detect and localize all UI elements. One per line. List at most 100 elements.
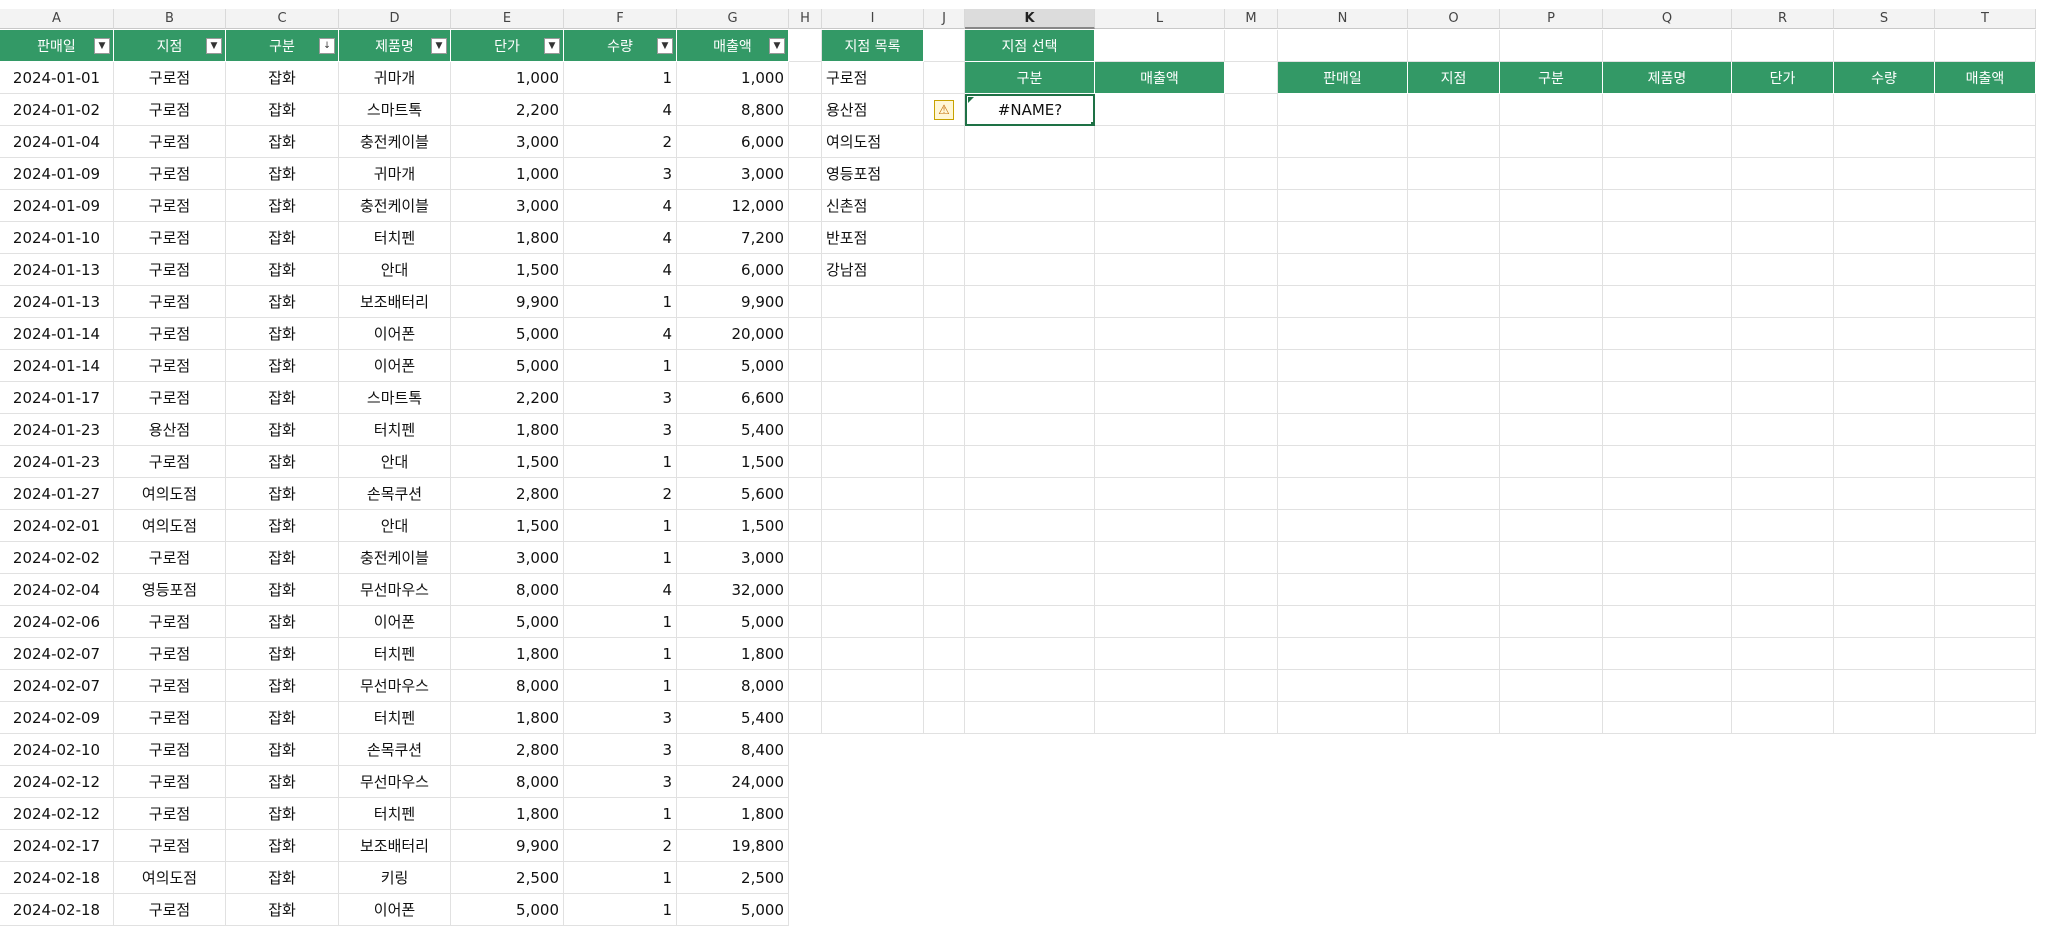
empty-cell[interactable]	[1095, 126, 1225, 158]
empty-cell[interactable]	[1225, 286, 1278, 318]
table-cell[interactable]: 구로점	[114, 350, 226, 382]
table-cell[interactable]: 2024-02-07	[0, 638, 114, 670]
empty-cell[interactable]	[1095, 190, 1225, 222]
table-cell[interactable]: 1	[564, 542, 677, 574]
empty-cell[interactable]	[822, 318, 924, 350]
empty-cell[interactable]	[1834, 190, 1935, 222]
table-cell[interactable]: 20,000	[677, 318, 789, 350]
branch-list-item[interactable]: 구로점	[822, 62, 924, 94]
table-cell[interactable]: 구로점	[114, 94, 226, 126]
table-cell[interactable]: 2024-02-02	[0, 542, 114, 574]
empty-cell[interactable]	[1278, 254, 1408, 286]
table-cell[interactable]: 2024-01-01	[0, 62, 114, 94]
table-cell[interactable]: 잡화	[226, 478, 339, 510]
table-cell[interactable]: 9,900	[451, 830, 564, 862]
empty-cell[interactable]	[924, 350, 965, 382]
table-cell[interactable]: 잡화	[226, 190, 339, 222]
empty-cell[interactable]	[965, 606, 1095, 638]
table-cell[interactable]: 구로점	[114, 318, 226, 350]
empty-cell[interactable]	[1834, 382, 1935, 414]
table-cell[interactable]: 2,800	[451, 734, 564, 766]
empty-cell[interactable]	[1603, 126, 1732, 158]
empty-cell[interactable]	[965, 574, 1095, 606]
table-cell[interactable]: 구로점	[114, 830, 226, 862]
table-cell[interactable]: 1,800	[451, 414, 564, 446]
empty-cell[interactable]	[789, 638, 822, 670]
table-cell[interactable]: 구로점	[114, 542, 226, 574]
empty-cell[interactable]	[1935, 414, 2036, 446]
empty-cell[interactable]	[1732, 254, 1834, 286]
empty-cell[interactable]	[822, 574, 924, 606]
table-cell[interactable]: 터치펜	[339, 798, 451, 830]
column-header-e[interactable]: E	[451, 9, 564, 29]
empty-cell[interactable]	[1095, 414, 1225, 446]
column-header-r[interactable]: R	[1732, 9, 1834, 29]
empty-cell[interactable]	[965, 190, 1095, 222]
table-cell[interactable]: 8,000	[451, 574, 564, 606]
branch-list-item[interactable]: 용산점	[822, 94, 924, 126]
empty-cell[interactable]	[1603, 574, 1732, 606]
empty-cell[interactable]	[1603, 510, 1732, 542]
table-cell[interactable]: 터치펜	[339, 702, 451, 734]
empty-cell[interactable]	[965, 478, 1095, 510]
summary-result-cell[interactable]: #NAME?	[965, 94, 1095, 126]
table-cell[interactable]: 1,800	[451, 702, 564, 734]
empty-cell[interactable]	[924, 286, 965, 318]
empty-cell[interactable]	[1408, 318, 1500, 350]
table-cell[interactable]: 3,000	[677, 542, 789, 574]
table-cell[interactable]: 잡화	[226, 222, 339, 254]
empty-cell[interactable]	[965, 286, 1095, 318]
empty-cell[interactable]	[1935, 510, 2036, 542]
table-cell[interactable]: 2024-01-09	[0, 190, 114, 222]
empty-cell[interactable]	[924, 510, 965, 542]
table-cell[interactable]: 구로점	[114, 670, 226, 702]
empty-cell[interactable]	[965, 254, 1095, 286]
empty-cell[interactable]	[1834, 446, 1935, 478]
empty-cell[interactable]	[1278, 350, 1408, 382]
empty-cell[interactable]	[1500, 286, 1603, 318]
table-cell[interactable]: 용산점	[114, 414, 226, 446]
table-cell[interactable]: 2024-02-06	[0, 606, 114, 638]
main-header-4[interactable]: 단가 ▼	[451, 30, 564, 62]
table-cell[interactable]: 구로점	[114, 222, 226, 254]
empty-cell[interactable]	[1500, 158, 1603, 190]
empty-cell[interactable]	[822, 414, 924, 446]
empty-cell[interactable]	[1095, 222, 1225, 254]
filter-dropdown-icon[interactable]: ▼	[94, 37, 110, 54]
table-cell[interactable]: 잡화	[226, 94, 339, 126]
result-header-4[interactable]: 단가	[1732, 62, 1834, 94]
empty-cell[interactable]	[789, 158, 822, 190]
table-cell[interactable]: 2024-01-09	[0, 158, 114, 190]
result-header-2[interactable]: 구분	[1500, 62, 1603, 94]
table-cell[interactable]: 5,400	[677, 414, 789, 446]
column-header-a[interactable]: A	[0, 9, 114, 29]
empty-cell[interactable]	[1278, 638, 1408, 670]
table-cell[interactable]: 2024-01-14	[0, 350, 114, 382]
empty-cell[interactable]	[1408, 94, 1500, 126]
table-cell[interactable]: 1,500	[677, 510, 789, 542]
table-cell[interactable]: 1	[564, 894, 677, 926]
empty-cell[interactable]	[822, 542, 924, 574]
empty-cell[interactable]	[1834, 158, 1935, 190]
empty-cell[interactable]	[924, 606, 965, 638]
empty-cell[interactable]	[965, 318, 1095, 350]
empty-cell[interactable]	[1500, 638, 1603, 670]
empty-cell[interactable]	[1225, 574, 1278, 606]
table-cell[interactable]: 1	[564, 862, 677, 894]
empty-cell[interactable]	[924, 30, 965, 62]
table-cell[interactable]: 잡화	[226, 158, 339, 190]
table-cell[interactable]: 키링	[339, 862, 451, 894]
empty-cell[interactable]	[1500, 318, 1603, 350]
table-cell[interactable]: 잡화	[226, 382, 339, 414]
table-cell[interactable]: 잡화	[226, 318, 339, 350]
empty-cell[interactable]	[1732, 478, 1834, 510]
empty-cell[interactable]	[1834, 670, 1935, 702]
empty-cell[interactable]	[1732, 702, 1834, 734]
empty-cell[interactable]	[1603, 318, 1732, 350]
empty-cell[interactable]	[1278, 574, 1408, 606]
empty-cell[interactable]	[822, 702, 924, 734]
empty-cell[interactable]	[1408, 414, 1500, 446]
table-cell[interactable]: 8,000	[677, 670, 789, 702]
table-cell[interactable]: 2024-01-27	[0, 478, 114, 510]
empty-cell[interactable]	[1278, 446, 1408, 478]
